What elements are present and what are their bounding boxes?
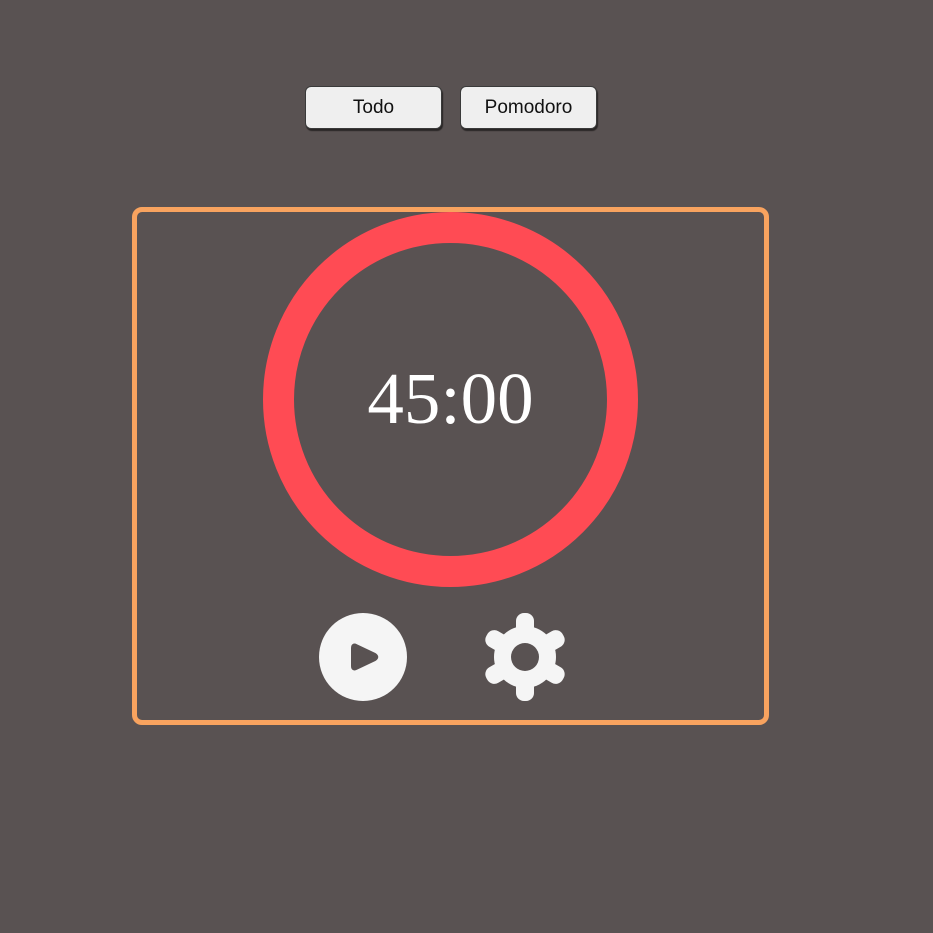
mode-nav: Todo Pomodoro bbox=[305, 86, 597, 129]
gear-icon bbox=[485, 613, 565, 701]
todo-tab-button[interactable]: Todo bbox=[305, 86, 442, 129]
app-root: Todo Pomodoro 45:00 bbox=[0, 0, 933, 933]
pomodoro-tab-button[interactable]: Pomodoro bbox=[460, 86, 597, 129]
play-icon bbox=[319, 613, 407, 701]
settings-button[interactable] bbox=[480, 612, 570, 702]
play-button[interactable] bbox=[319, 613, 407, 701]
timer-display: 45:00 bbox=[367, 357, 534, 439]
